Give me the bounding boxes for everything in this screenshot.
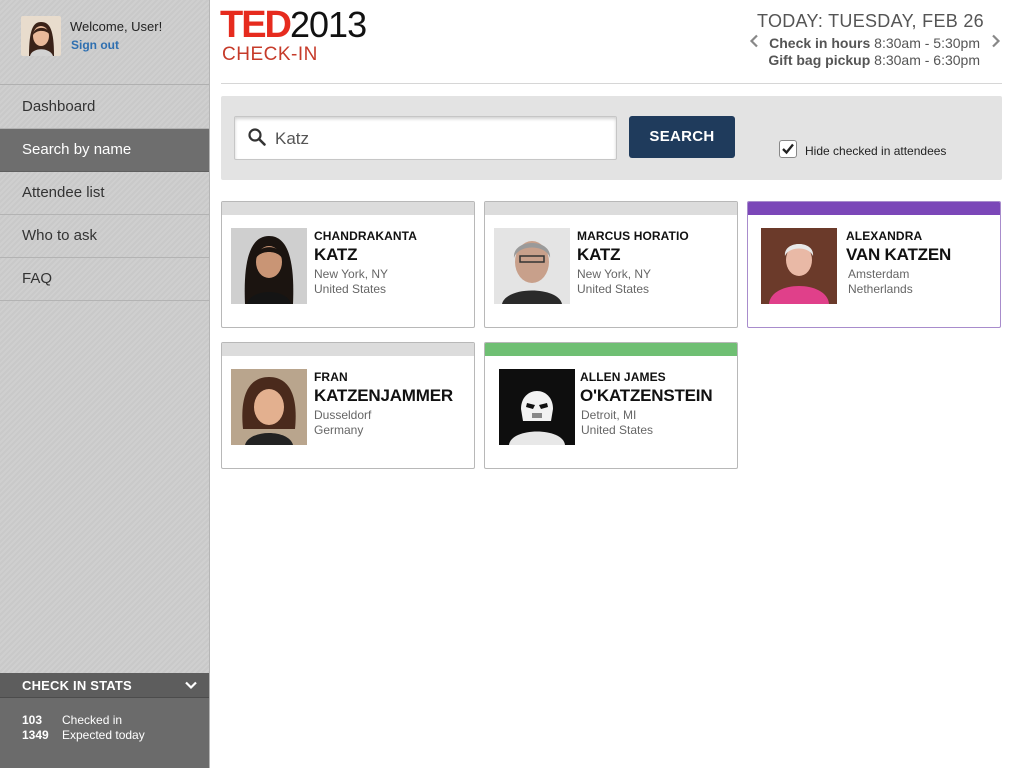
attendee-city: Dusseldorf (314, 408, 372, 422)
elderly-woman-portrait-icon (761, 228, 837, 304)
sidebar-nav: Dashboard Search by name Attendee list W… (0, 86, 209, 301)
attendee-last-name: KATZ (577, 245, 621, 264)
hide-checked-checkbox[interactable] (779, 140, 797, 158)
check-in-hours-label: Check in hours (769, 35, 871, 51)
today-date: TODAY: TUESDAY, FEB 26 (756, 11, 984, 31)
gift-bag-label: Gift bag pickup (768, 52, 871, 68)
search-input[interactable] (275, 128, 605, 150)
attendee-last-name: O'KATZENSTEIN (580, 386, 713, 405)
stat-expected: 1349 Expected today (22, 728, 145, 742)
expected-count: 1349 (22, 728, 49, 742)
user-panel: Welcome, User! Sign out (0, 0, 209, 85)
attendee-country: United States (581, 423, 654, 437)
app: Welcome, User! Sign out Dashboard Search… (0, 0, 1024, 768)
status-bar (748, 202, 1000, 215)
check-in-stats-header[interactable]: CHECK IN STATS (0, 673, 209, 698)
check-in-hours-row: Check in hours 8:30am - 5:30pm (768, 35, 980, 52)
attendee-card[interactable]: MARCUS HORATIO KATZ New York, NY United … (484, 201, 738, 328)
ted-logo: TED2013 (220, 6, 367, 44)
stormtrooper-portrait-icon (499, 369, 575, 445)
attendee-city: New York, NY (577, 267, 652, 281)
checked-in-label: Checked in (62, 713, 123, 727)
man-portrait-icon (494, 228, 570, 304)
sidebar-item-who-to-ask[interactable]: Who to ask (0, 215, 209, 258)
sign-out-link[interactable]: Sign out (71, 38, 119, 52)
attendee-country: Netherlands (848, 282, 913, 296)
sidebar-item-attendee-list[interactable]: Attendee list (0, 172, 209, 215)
attendee-country: United States (577, 282, 650, 296)
page-title: CHECK-IN (222, 44, 318, 65)
checkmark-icon (782, 143, 794, 155)
hours-info: Check in hours 8:30am - 5:30pm Gift bag … (768, 35, 980, 69)
sidebar-item-dashboard[interactable]: Dashboard (0, 86, 209, 129)
attendee-city: New York, NY (314, 267, 389, 281)
status-bar (485, 343, 737, 356)
sidebar-item-search-by-name[interactable]: Search by name (0, 129, 209, 172)
hide-checked-label: Hide checked in attendees (805, 144, 947, 158)
status-bar (485, 202, 737, 215)
checked-in-count: 103 (22, 713, 43, 727)
attendee-city: Amsterdam (848, 267, 910, 281)
status-bar (222, 202, 474, 215)
attendee-card[interactable]: ALLEN JAMES O'KATZENSTEIN Detroit, MI Un… (484, 342, 738, 469)
check-in-stats-title: CHECK IN STATS (22, 678, 132, 693)
attendee-first-name: MARCUS HORATIO (577, 229, 689, 243)
welcome-text: Welcome, User! (70, 19, 163, 34)
attendee-card[interactable]: ALEXANDRA VAN KATZEN Amsterdam Netherlan… (747, 201, 1001, 328)
check-in-stats-panel: CHECK IN STATS 103 Checked in 1349 Expecte… (0, 673, 209, 768)
attendee-card[interactable]: CHANDRAKANTA KATZ New York, NY United St… (221, 201, 475, 328)
attendee-card[interactable]: FRAN KATZENJAMMER Dusseldorf Germany (221, 342, 475, 469)
avatar (21, 16, 61, 56)
expected-label: Expected today (62, 728, 145, 742)
logo-year: 2013 (290, 4, 367, 45)
sidebar-item-faq[interactable]: FAQ (0, 258, 209, 301)
search-icon (248, 128, 266, 146)
logo-brand: TED (220, 4, 292, 46)
woman-portrait-icon (231, 228, 307, 304)
sidebar: Welcome, User! Sign out Dashboard Search… (0, 0, 210, 768)
attendee-country: Germany (314, 423, 364, 437)
search-panel: SEARCH Hide checked in attendees (221, 96, 1002, 180)
status-bar (222, 343, 474, 356)
search-button[interactable]: SEARCH (629, 116, 735, 158)
stat-checked-in: 103 Checked in (22, 713, 122, 727)
attendee-first-name: ALLEN JAMES (580, 370, 666, 384)
gift-bag-row: Gift bag pickup 8:30am - 6:30pm (768, 52, 980, 69)
header-divider (221, 83, 1002, 84)
attendee-city: Detroit, MI (581, 408, 637, 422)
attendee-first-name: FRAN (314, 370, 348, 384)
attendee-first-name: ALEXANDRA (846, 229, 923, 243)
chevron-right-icon[interactable] (990, 34, 1002, 48)
attendee-last-name: KATZENJAMMER (314, 386, 453, 405)
chevron-left-icon[interactable] (748, 34, 760, 48)
attendee-last-name: KATZ (314, 245, 358, 264)
attendee-first-name: CHANDRAKANTA (314, 229, 417, 243)
chevron-down-icon[interactable] (185, 679, 197, 691)
search-box[interactable] (234, 116, 617, 160)
check-in-hours-value: 8:30am - 5:30pm (874, 35, 980, 51)
attendee-country: United States (314, 282, 387, 296)
gift-bag-value: 8:30am - 6:30pm (874, 52, 980, 68)
woman-portrait-icon (231, 369, 307, 445)
attendee-last-name: VAN KATZEN (846, 245, 952, 264)
